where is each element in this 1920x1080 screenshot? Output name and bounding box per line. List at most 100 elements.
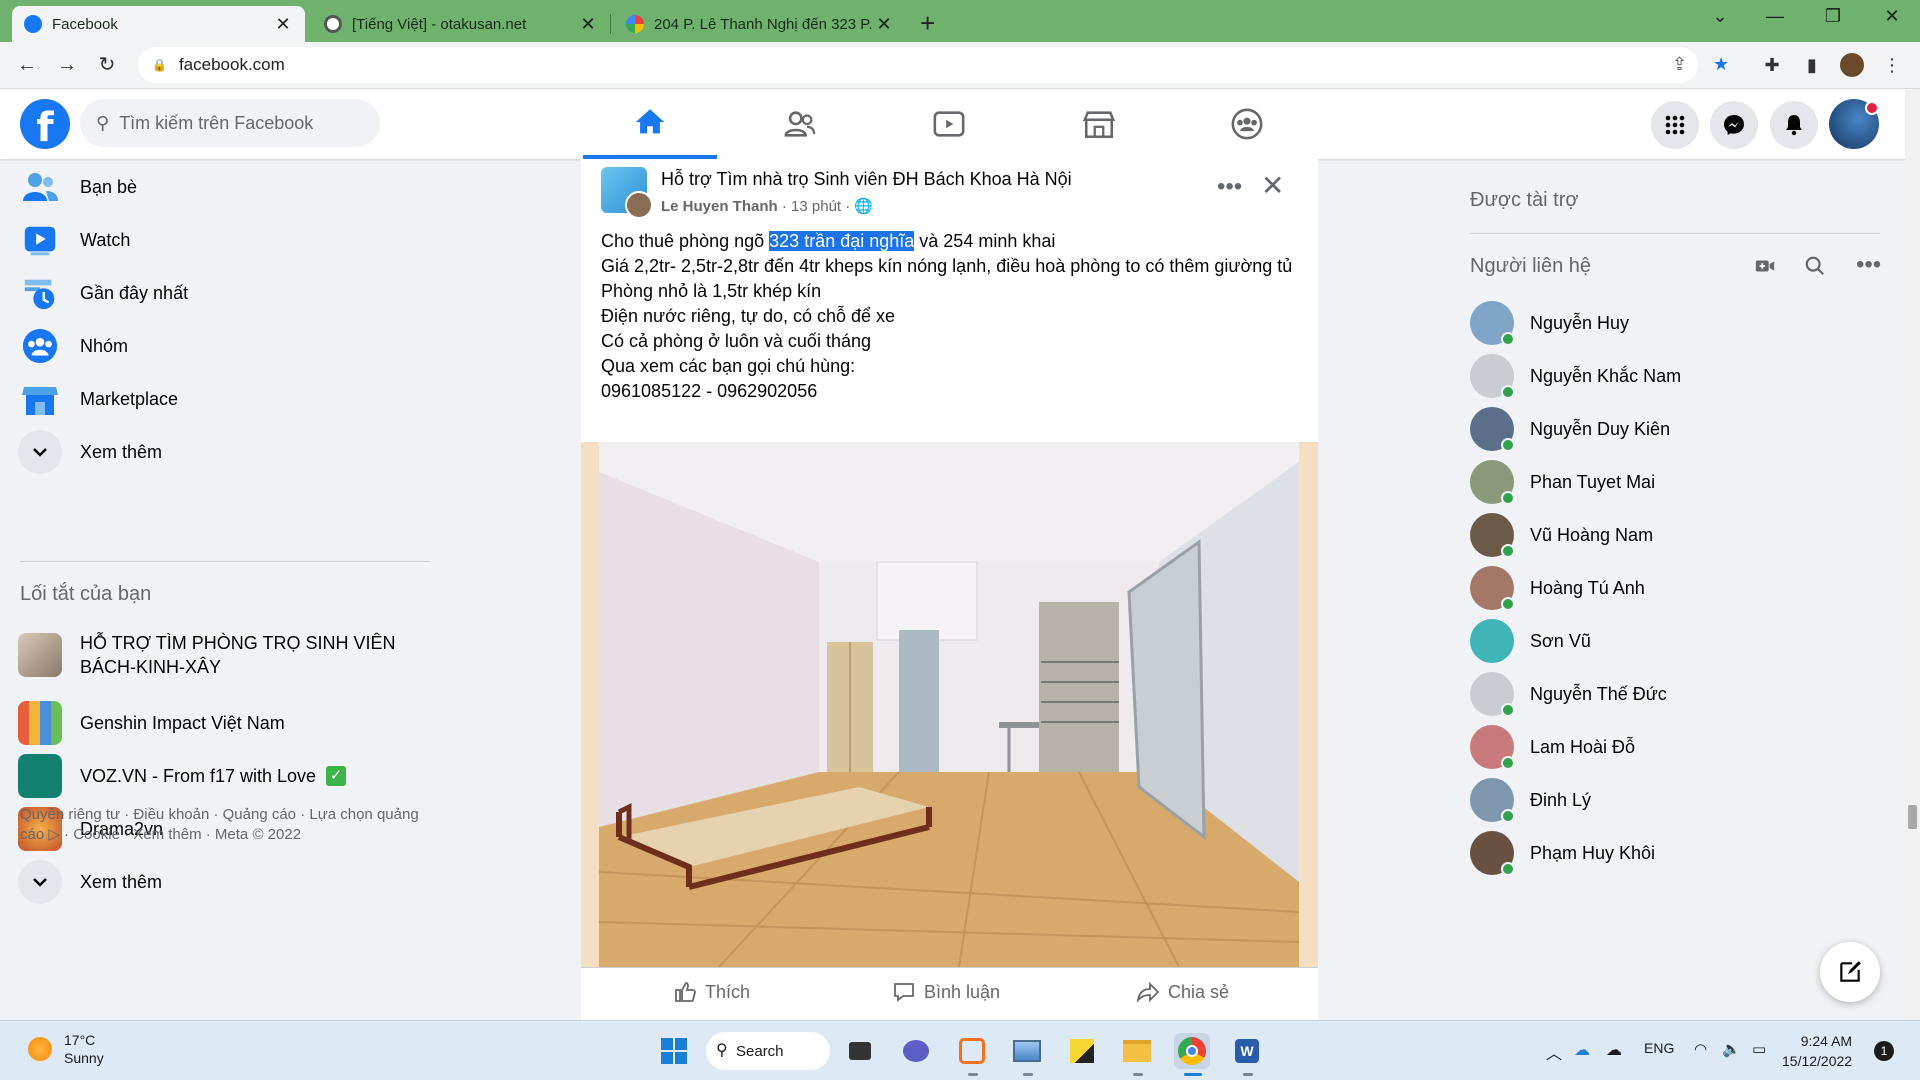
maximize-icon[interactable]: ❐ xyxy=(1813,6,1853,27)
tab-otakusan[interactable]: [Tiếng Việt] - otakusan.net ✕ xyxy=(312,6,610,42)
more-options-icon[interactable]: ••• xyxy=(1217,173,1242,201)
contact-item[interactable]: Vũ Hoàng Nam xyxy=(1470,509,1653,561)
photos-icon[interactable] xyxy=(1009,1033,1045,1069)
contact-avatar xyxy=(1470,407,1515,452)
tab-facebook[interactable]: Facebook ✕ xyxy=(12,6,305,42)
taskbar-search[interactable]: ⚲ Search xyxy=(706,1032,830,1070)
back-arrow-icon[interactable]: ← xyxy=(12,50,42,80)
account-avatar[interactable] xyxy=(1829,99,1879,149)
close-tab-icon[interactable]: ✕ xyxy=(273,14,293,35)
new-message-button[interactable] xyxy=(1820,942,1880,1002)
chrome-icon[interactable] xyxy=(1174,1033,1210,1069)
contact-item[interactable]: Hoàng Tú Anh xyxy=(1470,562,1645,614)
scrollbar-thumb[interactable] xyxy=(1908,805,1917,829)
post-line: Cho thuê phòng ngõ 323 trần đại nghĩa và… xyxy=(601,229,1301,254)
group-avatar[interactable] xyxy=(601,167,653,219)
side-panel-icon[interactable]: ▮ xyxy=(1798,51,1826,79)
close-icon[interactable]: ✕ xyxy=(1261,169,1284,202)
battery-icon[interactable]: ▭ xyxy=(1752,1040,1766,1058)
reload-icon[interactable]: ↻ xyxy=(92,50,122,80)
forward-arrow-icon[interactable]: → xyxy=(52,50,82,80)
tab-search-icon[interactable]: ⌄ xyxy=(1700,6,1740,27)
tab-home[interactable] xyxy=(583,89,717,159)
notifications-button[interactable] xyxy=(1770,101,1818,149)
facebook-logo-icon[interactable]: f xyxy=(20,99,70,149)
task-view-icon[interactable] xyxy=(842,1033,878,1069)
close-tab-icon[interactable]: ✕ xyxy=(874,14,894,35)
cloud-icon[interactable]: ☁ xyxy=(1606,1040,1622,1060)
online-indicator xyxy=(1501,809,1515,823)
more-options-icon[interactable]: ••• xyxy=(1856,251,1881,279)
onedrive-cloud-icon[interactable]: ☁ xyxy=(1574,1040,1590,1060)
post-photo[interactable] xyxy=(581,442,1318,967)
weather-widget[interactable]: 17°C Sunny xyxy=(28,1031,104,1067)
share-icon[interactable]: ⇪ xyxy=(1672,54,1687,75)
search-icon[interactable] xyxy=(1804,255,1826,283)
shortcut-item[interactable]: HỖ TRỢ TÌM PHÒNG TRỌ SINH VIÊN BÁCH-KINH… xyxy=(18,623,438,687)
video-call-icon[interactable] xyxy=(1754,255,1776,283)
system-clock[interactable]: 9:24 AM 15/12/2022 xyxy=(1782,1031,1852,1071)
shortcut-item[interactable]: Genshin Impact Việt Nam xyxy=(18,695,438,751)
xampp-icon[interactable] xyxy=(954,1033,990,1069)
contact-item[interactable]: Nguyễn Thế Đức xyxy=(1470,668,1667,720)
online-indicator xyxy=(1501,332,1515,346)
chat-icon[interactable] xyxy=(898,1033,934,1069)
sidebar-item-watch[interactable]: Watch xyxy=(18,212,438,268)
notification-count-badge[interactable]: 1 xyxy=(1874,1041,1894,1061)
word-icon[interactable]: W xyxy=(1229,1033,1265,1069)
friends-icon xyxy=(784,111,816,137)
sidebar-item-friends[interactable]: Bạn bè xyxy=(18,159,438,215)
shortcuts-see-more[interactable]: Xem thêm xyxy=(18,854,438,910)
new-tab-icon[interactable]: + xyxy=(920,8,935,39)
shortcut-item[interactable]: VOZ.VN - From f17 with Love ✓ xyxy=(18,748,438,804)
tab-groups[interactable] xyxy=(1180,89,1314,159)
tab-maps[interactable]: 204 P. Lê Thanh Nghị đến 323 P. ✕ xyxy=(614,6,906,42)
volume-icon[interactable]: 🔈 xyxy=(1722,1040,1741,1058)
chevron-up-icon[interactable]: ︿ xyxy=(1546,1040,1562,1064)
contact-item[interactable]: Phan Tuyet Mai xyxy=(1470,456,1655,508)
minimize-icon[interactable]: — xyxy=(1755,6,1795,27)
post-body: Cho thuê phòng ngõ 323 trần đại nghĩa và… xyxy=(601,229,1301,404)
post-author[interactable]: Le Huyen Thanh xyxy=(661,198,778,215)
contact-item[interactable]: Nguyễn Duy Kiên xyxy=(1470,403,1670,455)
sidebar-item-marketplace[interactable]: Marketplace xyxy=(18,371,438,427)
post-line: Giá 2,2tr- 2,5tr-2,8tr đến 4tr kheps kín… xyxy=(601,256,1293,276)
close-tab-icon[interactable]: ✕ xyxy=(578,14,598,35)
contact-item[interactable]: Nguyễn Huy xyxy=(1470,297,1629,349)
profile-avatar-icon[interactable] xyxy=(1838,51,1866,79)
tab-friends[interactable] xyxy=(733,89,867,159)
search-input[interactable]: ⚲ Tìm kiếm trên Facebook xyxy=(80,99,380,147)
tab-title: 204 P. Lê Thanh Nghị đến 323 P. xyxy=(654,15,873,33)
post-time[interactable]: 13 phút xyxy=(791,198,841,215)
menu-grid-button[interactable] xyxy=(1651,101,1699,149)
footer-links[interactable]: Quyền riêng tư · Điều khoản · Quảng cáo … xyxy=(20,805,420,845)
sidebar-item-groups[interactable]: Nhóm xyxy=(18,318,438,374)
contact-item[interactable]: Phạm Huy Khôi xyxy=(1470,827,1655,879)
contact-item[interactable]: Nguyễn Khắc Nam xyxy=(1470,350,1681,402)
bookmark-star-icon[interactable]: ★ xyxy=(1713,54,1729,75)
close-window-icon[interactable]: ✕ xyxy=(1872,6,1912,27)
browser-menu-icon[interactable]: ⋮ xyxy=(1878,51,1906,79)
post-group-name[interactable]: Hỗ trợ Tìm nhà trọ Sinh viên ĐH Bách Kho… xyxy=(661,169,1072,190)
messenger-button[interactable] xyxy=(1710,101,1758,149)
language-indicator[interactable]: ENG xyxy=(1644,1040,1674,1056)
tab-watch[interactable] xyxy=(882,89,1016,159)
contact-item[interactable]: Lam Hoài Đỗ xyxy=(1470,721,1635,773)
contact-item[interactable]: Đinh Lý xyxy=(1470,774,1591,826)
wifi-icon[interactable]: ◠ xyxy=(1694,1040,1707,1058)
sidebar-see-more[interactable]: Xem thêm xyxy=(18,424,438,480)
file-explorer-icon[interactable] xyxy=(1119,1033,1155,1069)
extensions-puzzle-icon[interactable]: ✚ xyxy=(1758,51,1786,79)
contact-item[interactable]: Sơn Vũ xyxy=(1470,615,1591,667)
contact-name: Vũ Hoàng Nam xyxy=(1530,524,1654,545)
comment-button[interactable]: Bình luận xyxy=(892,980,1000,1004)
like-button[interactable]: Thích xyxy=(673,980,750,1004)
start-button[interactable] xyxy=(656,1033,692,1069)
url-field[interactable]: 🔒 facebook.com xyxy=(138,47,1698,83)
page-scrollbar[interactable] xyxy=(1905,89,1920,1020)
share-button[interactable]: Chia sẻ xyxy=(1136,980,1229,1004)
tab-marketplace[interactable] xyxy=(1032,89,1166,159)
sticky-notes-icon[interactable] xyxy=(1064,1033,1100,1069)
author-avatar[interactable] xyxy=(625,191,653,219)
sidebar-item-recent[interactable]: Gần đây nhất xyxy=(18,265,438,321)
